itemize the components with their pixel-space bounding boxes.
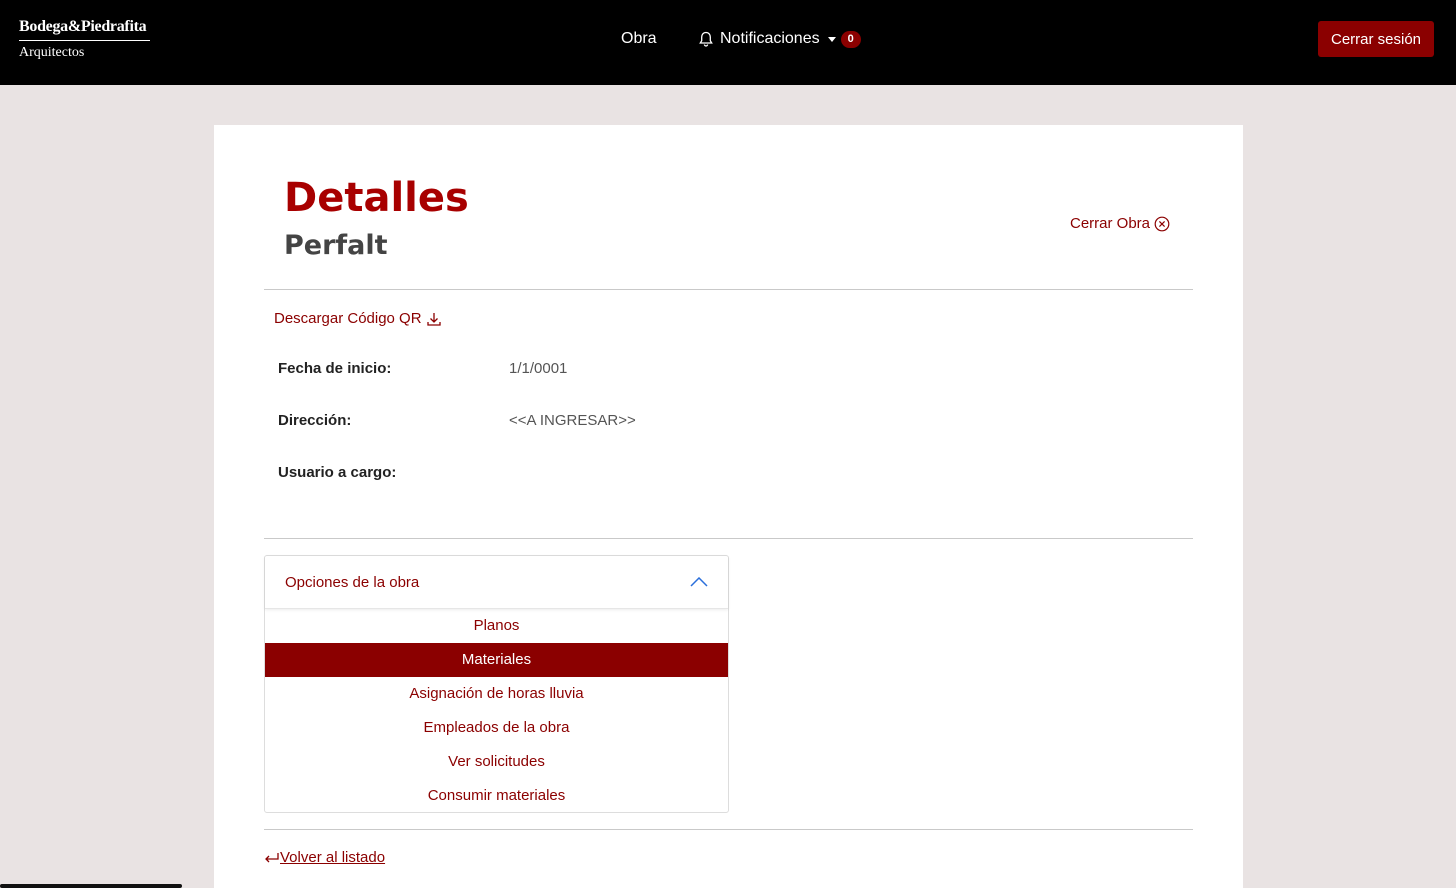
option-planos[interactable]: Planos <box>265 609 728 643</box>
options-accordion: Opciones de la obra Planos Materiales As… <box>264 555 729 813</box>
option-consumir-materiales[interactable]: Consumir materiales <box>265 779 728 813</box>
user-in-charge-label: Usuario a cargo: <box>278 464 397 481</box>
obra-name: Perfalt <box>284 230 388 261</box>
options-accordion-header[interactable]: Opciones de la obra <box>265 556 728 609</box>
option-horas-lluvia[interactable]: Asignación de horas lluvia <box>265 677 728 711</box>
download-qr-link[interactable]: Descargar Código QR <box>274 310 442 327</box>
notifications-dropdown[interactable]: Notificaciones 0 <box>698 30 861 48</box>
options-accordion-title: Opciones de la obra <box>285 573 420 591</box>
caret-down-icon <box>827 36 836 42</box>
chevron-up-icon <box>690 577 708 587</box>
notifications-label: Notificaciones <box>720 30 820 47</box>
close-obra-label: Cerrar Obra <box>1070 215 1151 232</box>
option-empleados[interactable]: Empleados de la obra <box>265 711 728 745</box>
back-to-list-link[interactable]: Volver al listado <box>264 849 385 866</box>
close-obra-link[interactable]: Cerrar Obra <box>1070 215 1170 232</box>
divider <box>264 538 1193 539</box>
top-navbar: Bodega&Piedrafita Arquitectos Obra Notif… <box>0 0 1456 85</box>
address-value: <<A INGRESAR>> <box>509 412 636 429</box>
bell-icon <box>699 31 713 47</box>
logout-button[interactable]: Cerrar sesión <box>1318 21 1434 57</box>
nav-obra-link[interactable]: Obra <box>621 30 657 48</box>
start-date-value: 1/1/0001 <box>509 360 568 377</box>
start-date-label: Fecha de inicio: <box>278 360 392 377</box>
address-label: Dirección: <box>278 412 352 429</box>
brand-name: Bodega&Piedrafita <box>19 18 147 35</box>
bottom-scroll-indicator <box>0 884 182 888</box>
circle-x-icon <box>1154 216 1170 231</box>
option-materiales[interactable]: Materiales <box>265 643 728 677</box>
return-arrow-icon <box>265 852 279 862</box>
notifications-count-badge: 0 <box>840 30 861 48</box>
brand-logo[interactable]: Bodega&Piedrafita Arquitectos <box>19 18 150 61</box>
download-icon <box>426 312 441 326</box>
back-to-list-label: Volver al listado <box>280 849 386 866</box>
brand-divider <box>19 40 150 41</box>
brand-subtitle: Arquitectos <box>19 45 85 60</box>
option-ver-solicitudes[interactable]: Ver solicitudes <box>265 745 728 779</box>
divider <box>264 289 1193 290</box>
download-qr-label: Descargar Código QR <box>274 310 422 327</box>
details-card: Detalles Perfalt Cerrar Obra Descargar C… <box>214 125 1243 888</box>
divider <box>264 829 1193 830</box>
page-title: Detalles <box>284 175 469 221</box>
